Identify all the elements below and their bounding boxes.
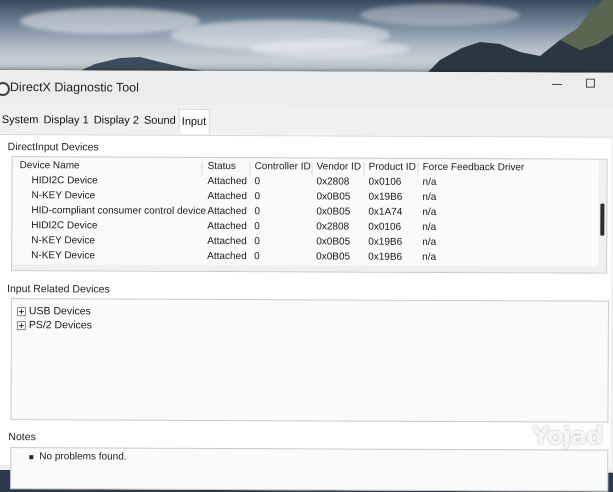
product-id-cell: 0x19B6	[368, 237, 402, 248]
title-bar[interactable]: DirectX Diagnostic Tool	[0, 70, 613, 107]
expand-plus-icon[interactable]	[17, 307, 26, 316]
controller-id-cell: 0	[254, 191, 260, 202]
controller-id-cell: 0	[254, 251, 260, 262]
horizontal-scrollbar[interactable]	[12, 264, 606, 273]
status-cell: Attached	[207, 221, 247, 232]
vendor-id-cell: 0x0B05	[316, 251, 350, 262]
controller-id-cell: 0	[254, 176, 260, 187]
tab-sound[interactable]: Sound	[142, 113, 179, 133]
vendor-id-cell: 0x0B05	[316, 206, 350, 217]
device-name-cell: N-KEY Device	[31, 235, 95, 246]
expand-plus-icon[interactable]	[17, 321, 26, 330]
tab-strip: System Display 1 Display 2 Sound Input	[0, 112, 210, 133]
input-related-devices-label: Input Related Devices	[7, 283, 110, 295]
force-feedback-cell: n/a	[422, 222, 436, 233]
directinput-devices-label: DirectInput Devices	[8, 141, 99, 153]
controller-id-cell: 0	[254, 236, 260, 247]
force-feedback-cell: n/a	[422, 192, 436, 203]
minimize-icon	[552, 78, 562, 88]
notes-label: Notes	[8, 431, 35, 443]
input-related-devices-tree[interactable]: USB Devices PS/2 Devices	[10, 298, 609, 423]
window-title: DirectX Diagnostic Tool	[10, 80, 139, 95]
tab-input[interactable]: Input	[179, 109, 211, 134]
mountains-image	[0, 0, 613, 80]
input-tab-panel: DirectInput Devices Device Name Status C…	[0, 134, 612, 468]
scrollbar-thumb[interactable]	[600, 204, 604, 236]
column-vendor-id[interactable]: Vendor ID	[317, 161, 362, 172]
vertical-scrollbar[interactable]	[598, 160, 606, 273]
device-name-cell: HIDI2C Device	[31, 175, 97, 186]
vendor-id-cell: 0x0B05	[316, 236, 350, 247]
product-id-cell: 0x0106	[368, 222, 401, 233]
column-device-name[interactable]: Device Name	[20, 160, 80, 171]
directinput-devices-list[interactable]: Device Name Status Controller ID Vendor …	[11, 156, 607, 274]
product-id-cell: 0x19B6	[368, 192, 402, 203]
status-cell: Attached	[207, 176, 247, 187]
column-status[interactable]: Status	[208, 161, 236, 172]
watermark-logo: Yojad	[532, 422, 603, 450]
device-name-cell: HIDI2C Device	[31, 220, 97, 231]
tab-display-1[interactable]: Display 1	[41, 112, 91, 132]
product-id-cell: 0x1A74	[368, 207, 402, 218]
note-line: No problems found.	[29, 451, 126, 462]
tab-system[interactable]: System	[0, 112, 42, 132]
status-cell: Attached	[207, 206, 247, 217]
maximize-icon	[586, 79, 596, 89]
status-cell: Attached	[207, 251, 247, 262]
tree-item-ps2-devices[interactable]: PS/2 Devices	[17, 318, 92, 332]
product-id-cell: 0x19B6	[368, 252, 402, 263]
status-cell: Attached	[207, 236, 247, 247]
dxdiag-window: DirectX Diagnostic Tool System Display 1…	[0, 70, 613, 473]
controller-id-cell: 0	[254, 221, 260, 232]
vendor-id-cell: 0x2808	[316, 176, 349, 187]
tree-item-usb-devices[interactable]: USB Devices	[17, 304, 91, 318]
maximize-button[interactable]	[585, 79, 597, 91]
tree-item-label: USB Devices	[29, 305, 91, 317]
tab-display-2[interactable]: Display 2	[92, 112, 142, 132]
vendor-id-cell: 0x2808	[316, 221, 349, 232]
force-feedback-cell: n/a	[422, 177, 436, 188]
tree-item-label: PS/2 Devices	[29, 319, 92, 331]
column-force-feedback-driver[interactable]: Force Feedback Driver	[423, 162, 525, 173]
column-product-id[interactable]: Product ID	[369, 162, 416, 173]
dxdiag-app-icon	[0, 82, 10, 96]
force-feedback-cell: n/a	[422, 237, 436, 248]
status-cell: Attached	[207, 191, 247, 202]
note-text: No problems found.	[39, 451, 126, 462]
desktop-wallpaper	[0, 0, 613, 80]
product-id-cell: 0x0106	[368, 177, 401, 188]
force-feedback-cell: n/a	[422, 252, 436, 263]
controller-id-cell: 0	[254, 206, 260, 217]
device-name-cell: HID-compliant consumer control device	[31, 205, 206, 217]
notes-box: No problems found.	[10, 447, 608, 492]
device-name-cell: N-KEY Device	[31, 190, 95, 201]
bullet-icon	[29, 455, 33, 459]
vendor-id-cell: 0x0B05	[316, 191, 350, 202]
column-controller-id[interactable]: Controller ID	[255, 161, 311, 172]
device-name-cell: N-KEY Device	[31, 250, 95, 261]
force-feedback-cell: n/a	[422, 207, 436, 218]
minimize-button[interactable]	[551, 78, 563, 90]
